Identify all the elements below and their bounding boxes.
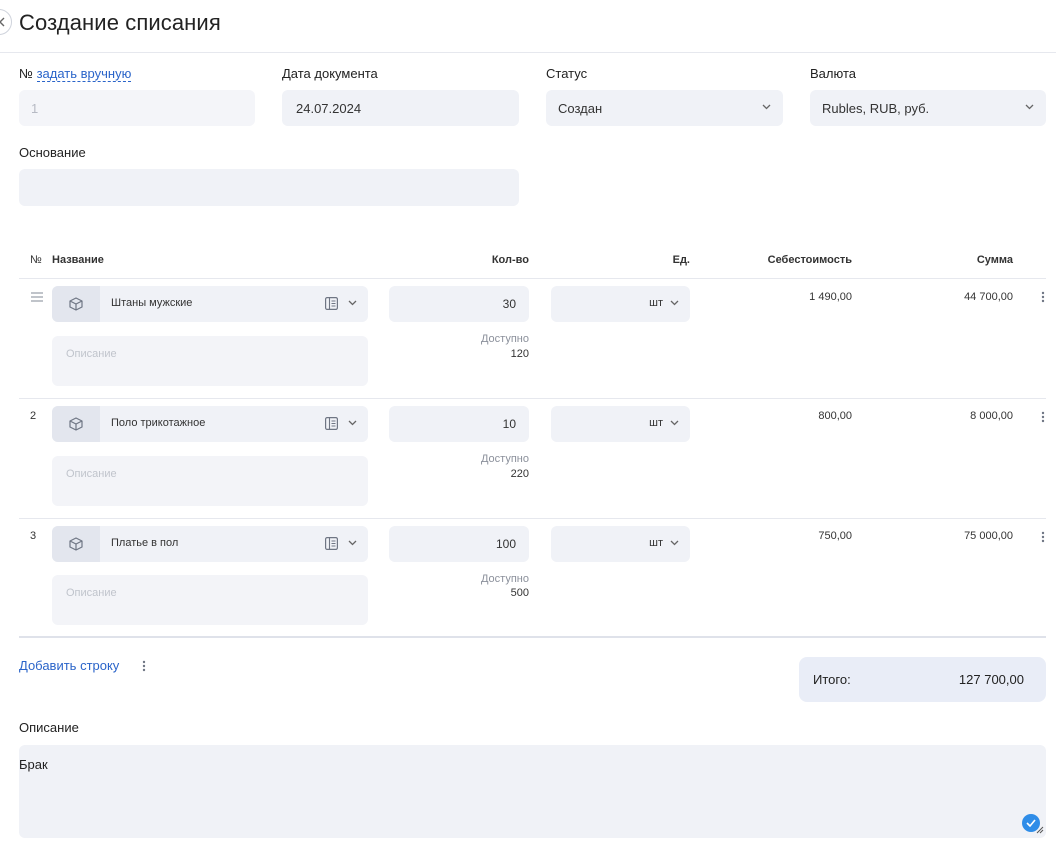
page-title: Создание списания	[19, 10, 221, 35]
unit-select[interactable]: шт	[551, 406, 690, 442]
column-unit: Ед.	[672, 254, 690, 266]
column-cost: Себестоимость	[767, 254, 852, 266]
table-bottom-divider	[19, 636, 1046, 638]
sum-value: 75 000,00	[964, 530, 1013, 542]
quantity-input[interactable]: 30	[389, 286, 529, 322]
chevron-down-icon[interactable]	[348, 300, 357, 306]
column-qty: Кол-во	[491, 254, 529, 266]
chevron-down-icon	[670, 420, 679, 426]
product-cube-icon	[52, 406, 100, 442]
available-value: 500	[510, 587, 529, 599]
product-cube-icon	[52, 286, 100, 322]
total-box: Итого: 127 700,00	[799, 657, 1046, 702]
row-number: 3	[30, 530, 37, 542]
product-name: Штаны мужские	[111, 297, 193, 309]
cost-value: 800,00	[818, 410, 852, 422]
column-num: №	[30, 254, 42, 266]
row-menu-icon[interactable]	[1041, 531, 1045, 543]
sum-value: 44 700,00	[964, 291, 1013, 303]
row-menu-icon[interactable]	[1041, 291, 1045, 303]
product-card-icon[interactable]	[325, 537, 338, 550]
row-description-input[interactable]: Описание	[52, 336, 368, 386]
resize-grip-icon[interactable]	[1036, 826, 1044, 834]
column-sum: Сумма	[976, 254, 1013, 266]
row-menu-icon[interactable]	[1041, 411, 1045, 423]
basis-field[interactable]	[19, 169, 519, 206]
chevron-down-icon	[670, 540, 679, 546]
number-label-group: № задать вручную	[19, 66, 132, 82]
chevron-down-icon[interactable]	[348, 420, 357, 426]
title-divider	[0, 52, 1056, 53]
row-divider	[19, 398, 1046, 399]
number-label: №	[19, 66, 33, 81]
available-value: 220	[510, 468, 529, 480]
sum-value: 8 000,00	[970, 410, 1013, 422]
status-select[interactable]: Создан	[546, 90, 783, 126]
basis-label: Основание	[19, 145, 86, 160]
product-name: Платье в пол	[111, 537, 179, 549]
product-name: Поло трикотажное	[111, 417, 206, 429]
add-row-link[interactable]: Добавить строку	[19, 658, 119, 673]
row-description-input[interactable]: Описание	[52, 575, 368, 625]
unit-value: шт	[649, 297, 663, 309]
unit-value: шт	[649, 537, 663, 549]
unit-select[interactable]: шт	[551, 526, 690, 562]
product-card-icon[interactable]	[325, 297, 338, 310]
row-divider	[19, 518, 1046, 519]
drag-handle-icon[interactable]	[31, 292, 43, 302]
unit-value: шт	[649, 417, 663, 429]
notes-textarea[interactable]: Брак	[19, 745, 1046, 838]
status-value: Создан	[558, 100, 603, 116]
quantity-input[interactable]: 100	[389, 526, 529, 562]
add-row-menu-icon[interactable]	[142, 660, 146, 672]
chevron-down-icon[interactable]	[348, 540, 357, 546]
status-label: Статус	[546, 66, 588, 81]
row-description-input[interactable]: Описание	[52, 456, 368, 506]
available-label: Доступно	[480, 333, 529, 345]
cost-value: 1 490,00	[809, 291, 852, 303]
currency-select[interactable]: Rubles, RUB, руб.	[810, 90, 1046, 126]
column-name: Название	[52, 254, 104, 266]
header-divider	[19, 278, 1046, 279]
notes-value: Брак	[19, 757, 48, 772]
available-label: Доступно	[480, 453, 529, 465]
total-label: Итого:	[813, 672, 851, 687]
row-number: 2	[30, 410, 37, 422]
product-cube-icon	[52, 526, 100, 562]
set-number-manually-link[interactable]: задать вручную	[36, 66, 132, 82]
check-icon	[1026, 819, 1036, 827]
available-value: 120	[510, 348, 529, 360]
product-select[interactable]: Платье в пол	[52, 526, 368, 562]
currency-label: Валюта	[810, 66, 856, 81]
chevron-down-icon	[1025, 104, 1034, 110]
total-value: 127 700,00	[958, 672, 1024, 687]
product-select[interactable]: Поло трикотажное	[52, 406, 368, 442]
product-select[interactable]: Штаны мужские	[52, 286, 368, 322]
date-field[interactable]: 24.07.2024	[282, 90, 519, 126]
chevron-left-icon	[0, 17, 5, 27]
notes-label: Описание	[19, 720, 79, 735]
chevron-down-icon	[762, 104, 771, 110]
currency-value: Rubles, RUB, руб.	[822, 100, 930, 116]
date-label: Дата документа	[282, 66, 378, 81]
cost-value: 750,00	[818, 530, 852, 542]
back-button[interactable]	[0, 9, 12, 35]
number-field[interactable]: 1	[19, 90, 255, 126]
unit-select[interactable]: шт	[551, 286, 690, 322]
available-label: Доступно	[480, 573, 529, 585]
chevron-down-icon	[670, 300, 679, 306]
quantity-input[interactable]: 10	[389, 406, 529, 442]
product-card-icon[interactable]	[325, 417, 338, 430]
